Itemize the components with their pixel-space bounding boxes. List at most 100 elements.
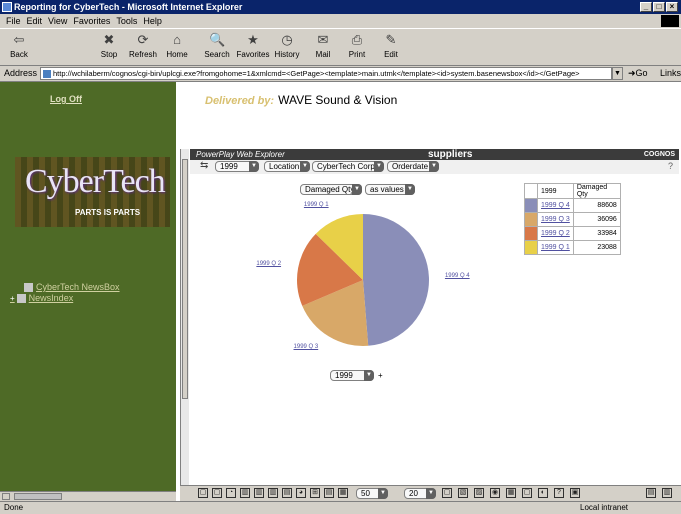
chart-type-icon[interactable]: ▢ [212,488,222,498]
maximize-icon[interactable]: □ [653,2,665,12]
search-button[interactable]: 🔍 Search [200,32,234,59]
toolbar-tool-icon[interactable]: ? [554,488,564,498]
menu-item-file[interactable]: File [6,16,21,26]
legend-category: 1999 Q 1 [537,240,574,255]
legend-header-category: 1999 [537,183,574,199]
edit-button[interactable]: ✎ Edit [374,32,408,59]
chevron-down-icon[interactable]: ▼ [352,184,362,195]
pie-slice-label[interactable]: 1999 Q 4 [445,273,470,279]
minimize-icon[interactable]: _ [640,2,652,12]
cybertech-banner: CyberTech PARTS IS PARTS [15,157,170,227]
toolbar-label: Home [166,50,188,59]
display-mode-dropdown[interactable]: as values ▼ [365,184,415,195]
pie-slice-label[interactable]: 1999 Q 1 [304,202,329,208]
report-vertical-scrollbar[interactable] [180,149,189,501]
legend-category-link[interactable]: 1999 Q 2 [541,230,570,237]
mail-button[interactable]: ✉ Mail [306,32,340,59]
chart-type-icon[interactable]: ▥ [268,488,278,498]
measure-dropdown[interactable]: Damaged Qty ▼ [300,184,362,195]
toolbar-label: Refresh [128,50,157,59]
menu-item-tools[interactable]: Tools [116,16,137,26]
legend-swatch [524,240,538,255]
report-title: suppliers [428,149,473,160]
refresh-button[interactable]: ⟳ Refresh [126,32,160,59]
toolbar-label: Stop [100,50,118,59]
chevron-down-icon[interactable]: ▼ [405,184,415,195]
browser-toolbar: ⇦ Back ✖ Stop ⟳ Refresh ⌂ Home 🔍 Search ★ Favorites… [0,28,681,66]
menu-item-favorites[interactable]: Favorites [73,16,110,26]
dimension-company-dropdown[interactable]: CyberTech Corp. ▼ [312,161,384,172]
address-dropdown-icon[interactable]: ▼ [612,67,623,80]
legend-category-link[interactable]: 1999 Q 1 [541,244,570,251]
chevron-down-icon[interactable]: ▼ [300,161,310,172]
logoff-link[interactable]: Log Off [50,94,82,104]
toolbar-tool-icon[interactable]: ▧ [458,488,468,498]
nav-item-newsindex[interactable]: + NewsIndex [10,293,73,304]
nav-item-label: CyberTech NewsBox [36,282,120,292]
swap-axes-icon[interactable]: ⇆ [200,161,210,171]
nav-item-newsbox[interactable]: CyberTech NewsBox [24,282,120,293]
legend-category-link[interactable]: 1999 Q 3 [541,216,570,223]
chevron-down-icon[interactable]: ▼ [364,370,374,381]
chevron-down-icon[interactable]: ▼ [426,488,436,499]
rows-page-size-dropdown[interactable]: 50 ▼ [356,488,388,499]
cognos-logo: COGNOS [643,151,675,158]
dimension-year-dropdown[interactable]: 1999 ▼ [215,161,259,172]
go-button[interactable]: ➜Go [628,68,648,79]
chart-type-icon[interactable]: ▥ [240,488,250,498]
chart-type-icon[interactable]: ▤ [282,488,292,498]
left-horizontal-scrollbar[interactable] [0,491,176,501]
toolbar-tool-icon[interactable]: ▢ [522,488,532,498]
pie-slice-label[interactable]: 1999 Q 2 [256,261,281,267]
links-button[interactable]: Links [660,68,681,78]
help-icon[interactable]: ? [668,161,673,171]
address-input[interactable]: http://wchilaberm/cognos/cgi-bin/uplcgi.… [40,67,612,80]
toolbar-tool-icon[interactable]: ◐ [538,488,548,498]
history-button[interactable]: ◷ History [270,32,304,59]
menu-item-help[interactable]: Help [143,16,162,26]
address-bar: Address http://wchilaberm/cognos/cgi-bin… [0,66,681,82]
menu-item-edit[interactable]: Edit [27,16,43,26]
toolbar-tool-icon[interactable]: ▨ [474,488,484,498]
chart-type-icon[interactable]: ▤ [324,488,334,498]
pie-slice-label[interactable]: 1999 Q 3 [294,344,319,350]
close-icon[interactable]: × [666,2,678,12]
refresh-icon: ⟳ [137,32,149,47]
chart-type-icon[interactable]: ⊞ [310,488,320,498]
chevron-down-icon[interactable]: ▼ [249,161,259,172]
legend-header-measure: Damaged Qty [572,183,621,199]
chart-type-icon[interactable]: ▥ [254,488,264,498]
chevron-down-icon[interactable]: ▼ [374,161,384,172]
chart-type-icon[interactable]: ◕ [296,488,306,498]
toolbar-tool-icon[interactable]: ▣ [570,488,580,498]
stop-button[interactable]: ✖ Stop [92,32,126,59]
chart-type-icon[interactable]: ◔ [226,488,236,498]
favorites-button[interactable]: ★ Favorites [236,32,270,59]
toolbar-tool-icon[interactable]: ▥ [662,488,672,498]
pie-slice[interactable] [363,214,430,346]
menu-item-view[interactable]: View [48,16,67,26]
dropdown-value: 50 [361,489,370,498]
print-button[interactable]: ⎙ Print [340,32,374,59]
toolbar-tool-icon[interactable]: ▦ [506,488,516,498]
chart-type-icon[interactable]: ▢ [198,488,208,498]
toolbar-tool-icon[interactable]: ▤ [646,488,656,498]
toolbar-tool-icon[interactable]: ◉ [490,488,500,498]
dimension-location-dropdown[interactable]: Location ▼ [264,161,310,172]
legend-category-link[interactable]: 1999 Q 4 [541,202,570,209]
home-button[interactable]: ⌂ Home [160,32,194,59]
scroll-left-icon[interactable] [2,493,10,500]
chevron-down-icon[interactable]: ▼ [378,488,388,499]
toolbar-tool-icon[interactable]: ▢ [442,488,452,498]
bottom-year-dropdown[interactable]: 1999 ▼ [330,370,374,381]
scroll-thumb[interactable] [182,159,188,399]
scroll-thumb[interactable] [14,493,62,500]
dimension-orderdate-dropdown[interactable]: Orderdate ▼ [387,161,439,172]
back-button[interactable]: ⇦ Back [2,32,36,59]
add-icon[interactable]: + [378,371,383,380]
chart-type-icon[interactable]: ▦ [338,488,348,498]
expand-icon[interactable]: + [10,294,15,303]
cols-page-size-dropdown[interactable]: 20 ▼ [404,488,436,499]
chevron-down-icon[interactable]: ▼ [429,161,439,172]
dropdown-value: CyberTech Corp. [317,162,378,171]
